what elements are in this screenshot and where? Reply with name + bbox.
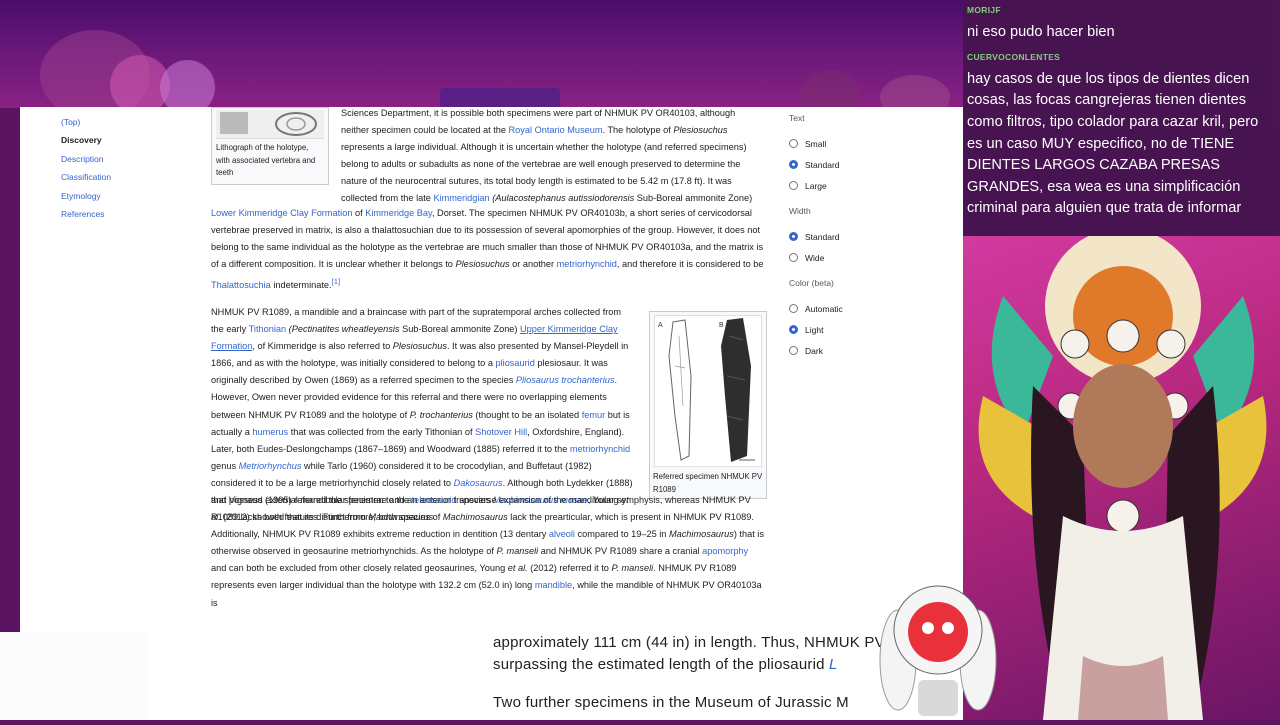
link-dakosaurus[interactable]: Dakosaurus <box>454 478 503 488</box>
link-lower-kimmeridge-clay[interactable]: Lower Kimmeridge Clay Formation <box>211 208 352 218</box>
paragraph-holotype-cont: Lower Kimmeridge Clay Formation of Kimme… <box>211 208 764 291</box>
link-shotover-hill[interactable]: Shotover Hill <box>475 427 527 437</box>
link-kimmeridgian[interactable]: Kimmeridgian <box>433 193 489 203</box>
color-automatic-option[interactable]: Automatic <box>789 298 843 319</box>
toc-item-discovery[interactable]: Discovery <box>61 131 111 149</box>
width-group: Width Standard Wide <box>789 206 843 268</box>
chat-username: MORIJF <box>967 5 1001 15</box>
color-dark-option[interactable]: Dark <box>789 340 843 361</box>
link-apomorphy[interactable]: apomorphy <box>702 546 748 556</box>
mascot-character <box>878 570 998 720</box>
width-heading: Width <box>789 206 811 216</box>
link-mandible[interactable]: mandible <box>535 580 572 590</box>
radio-selected-icon[interactable] <box>789 160 798 169</box>
link-femur[interactable]: femur <box>582 410 606 420</box>
stream-background-banner <box>0 0 963 108</box>
vtuber-avatar-area <box>963 236 1280 720</box>
panel-a-label: A <box>658 322 663 329</box>
referred-specimen-image[interactable]: A B <box>654 315 762 467</box>
panel-b-label: B <box>719 322 724 329</box>
link-metriorhynchid-2[interactable]: metriorhynchid <box>570 444 630 454</box>
link-pliosaurus-trochanterius[interactable]: Pliosaurus trochanterius <box>516 375 615 385</box>
toc-item-etymology[interactable]: Etymology <box>61 187 111 205</box>
wiki-page: (Top) Discovery Description Classificati… <box>20 107 963 635</box>
link-metriorhynchus[interactable]: Metriorhynchus <box>239 461 302 471</box>
text-size-standard-option[interactable]: Standard <box>789 154 843 175</box>
holotype-image[interactable] <box>216 110 324 139</box>
text-size-heading: Text <box>789 113 805 123</box>
zoomed-article-fragment: approximately 111 cm (44 in) in length. … <box>148 634 963 720</box>
referred-specimen-thumbnail[interactable]: A B Referred specimen NHMUK PV R1089 <box>649 311 767 499</box>
text-size-large-option[interactable]: Large <box>789 175 843 196</box>
radio-selected-icon[interactable] <box>789 325 798 334</box>
link-thalattosuchia[interactable]: Thalattosuchia <box>211 280 271 290</box>
link-metriorhynchid[interactable]: metriorhynchid <box>557 259 617 269</box>
toc-item-description[interactable]: Description <box>61 150 111 168</box>
decor-character <box>800 70 860 108</box>
reference-1[interactable]: [1] <box>332 277 341 286</box>
link-pliosaurid[interactable]: pliosaurid <box>496 358 535 368</box>
link-tithonian[interactable]: Tithonian <box>249 324 286 334</box>
chat-message: hay casos de que los tipos de dientes di… <box>967 70 1259 217</box>
text-size-small-option[interactable]: Small <box>789 133 843 154</box>
toc-item-classification[interactable]: Classification <box>61 168 111 186</box>
radio-icon[interactable] <box>789 181 798 190</box>
vtuber-avatar <box>978 236 1267 720</box>
zoomed-line-2: surpassing the estimated length of the p… <box>493 656 838 673</box>
color-group: Color (beta) Automatic Light Dark <box>789 278 843 361</box>
radio-selected-icon[interactable] <box>789 232 798 241</box>
chat-username: CUERVOCONLENTES <box>967 52 1061 63</box>
holotype-thumbnail[interactable]: Lithograph of the holotype, with associa… <box>211 107 329 185</box>
paragraph-referred-specimen-cont: that possess external mandibular fenestr… <box>211 495 764 608</box>
toc-item-top[interactable]: (Top) <box>61 113 111 131</box>
radio-icon[interactable] <box>789 304 798 313</box>
radio-icon[interactable] <box>789 139 798 148</box>
color-light-option[interactable]: Light <box>789 319 843 340</box>
link-humerus[interactable]: humerus <box>252 427 288 437</box>
link-alveoli[interactable]: alveoli <box>549 529 575 539</box>
text-size-group: Text Small Standard Large <box>789 113 843 196</box>
link-royal-ontario-museum[interactable]: Royal Ontario Museum <box>509 125 603 135</box>
radio-icon[interactable] <box>789 253 798 262</box>
table-of-contents: (Top) Discovery Description Classificati… <box>61 113 111 223</box>
color-heading: Color (beta) <box>789 278 834 288</box>
link-kimmeridge-bay[interactable]: Kimmeridge Bay <box>365 208 432 218</box>
decor-character <box>880 75 950 108</box>
paragraph-holotype: Sciences Department, it is possible both… <box>341 108 753 204</box>
width-wide-option[interactable]: Wide <box>789 247 843 268</box>
chat-message: ni eso pudo hacer bien <box>967 23 1115 40</box>
zoomed-line-3: Two further specimens in the Museum of J… <box>493 694 849 711</box>
zoomed-line-1: approximately 111 cm (44 in) in length. … <box>493 634 885 651</box>
holotype-caption: Lithograph of the holotype, with associa… <box>216 143 316 177</box>
radio-icon[interactable] <box>789 346 798 355</box>
page-lower-margin <box>0 632 148 720</box>
stream-chat: MORIJF ni eso pudo hacer bien CUERVOCONL… <box>963 0 1280 236</box>
decor-character <box>160 60 215 108</box>
decor-table <box>440 88 560 108</box>
toc-item-references[interactable]: References <box>61 205 111 223</box>
width-standard-option[interactable]: Standard <box>789 226 843 247</box>
appearance-panel: Text Small Standard Large Width Standard… <box>789 113 843 371</box>
